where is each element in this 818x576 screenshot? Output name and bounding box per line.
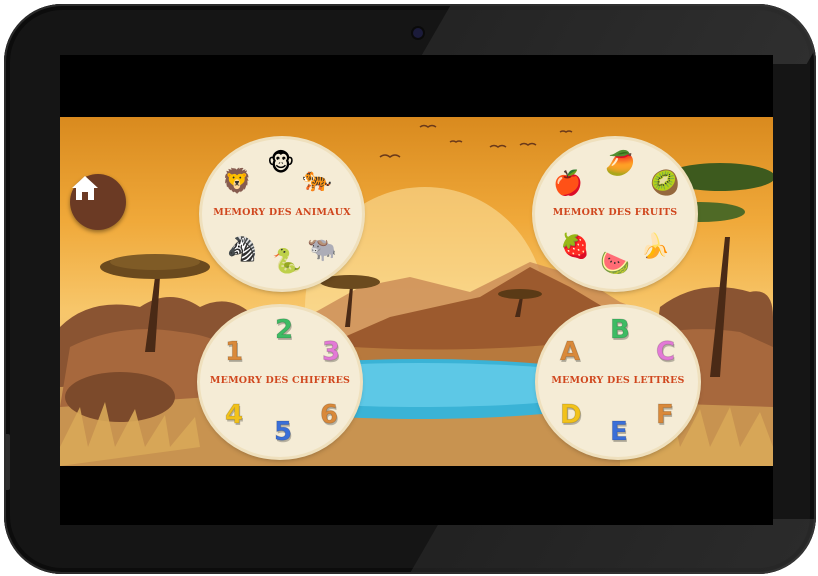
frame-reflection-bottom: [406, 519, 816, 574]
mango-icon: 🥭: [605, 149, 635, 177]
memory-numbers-title: MEMORY DES CHIFFRES: [209, 375, 351, 386]
tiger-icon: 🐅: [302, 165, 332, 193]
digit-2: 2: [274, 315, 294, 345]
letter-c: C: [655, 337, 676, 367]
memory-animals-button[interactable]: 🦁 🐵 🐅 MEMORY DES ANIMAUX 🦓 🐍 🐃: [202, 139, 362, 289]
screen: 🦁 🐵 🐅 MEMORY DES ANIMAUX 🦓 🐍 🐃 🍎 🥭 🥝 MEM…: [60, 55, 773, 525]
memory-letters-title: MEMORY DES LETTRES: [551, 375, 685, 386]
strawberry-icon: 🍓: [560, 232, 590, 260]
memory-numbers-button[interactable]: 1 2 3 MEMORY DES CHIFFRES 4 5 6: [200, 307, 360, 457]
digit-5: 5: [273, 417, 293, 447]
memory-fruits-title: MEMORY DES FRUITS: [552, 207, 678, 218]
camera-icon: [413, 28, 423, 38]
digit-4: 4: [224, 400, 244, 430]
digit-6: 6: [319, 400, 339, 430]
monkey-icon: 🐵: [267, 149, 295, 177]
kiwi-icon: 🥝: [650, 169, 680, 197]
zebra-icon: 🦓: [227, 235, 257, 263]
digit-3: 3: [321, 337, 341, 367]
home-button[interactable]: [70, 174, 126, 230]
pomegranate-icon: 🍎: [553, 169, 583, 197]
letter-e: E: [610, 417, 629, 447]
digit-1: 1: [224, 337, 244, 367]
watermelon-icon: 🍉: [600, 249, 630, 277]
memory-fruits-button[interactable]: 🍎 🥭 🥝 MEMORY DES FRUITS 🍓 🍉 🍌: [535, 139, 695, 289]
memory-letters-button[interactable]: A B C MEMORY DES LETTRES D E F: [538, 307, 698, 457]
savanna-background: 🦁 🐵 🐅 MEMORY DES ANIMAUX 🦓 🐍 🐃 🍎 🥭 🥝 MEM…: [60, 117, 773, 466]
memory-animals-title: MEMORY DES ANIMAUX: [213, 207, 351, 218]
lion-icon: 🦁: [222, 167, 252, 195]
side-button: [4, 434, 10, 490]
letter-a: A: [559, 337, 581, 367]
snake-icon: 🐍: [272, 247, 302, 275]
home-icon: [72, 176, 98, 200]
letter-b: B: [610, 315, 631, 345]
buffalo-icon: 🐃: [307, 235, 337, 263]
banana-icon: 🍌: [640, 232, 670, 260]
letter-d: D: [560, 400, 583, 430]
letter-f: F: [656, 400, 675, 430]
